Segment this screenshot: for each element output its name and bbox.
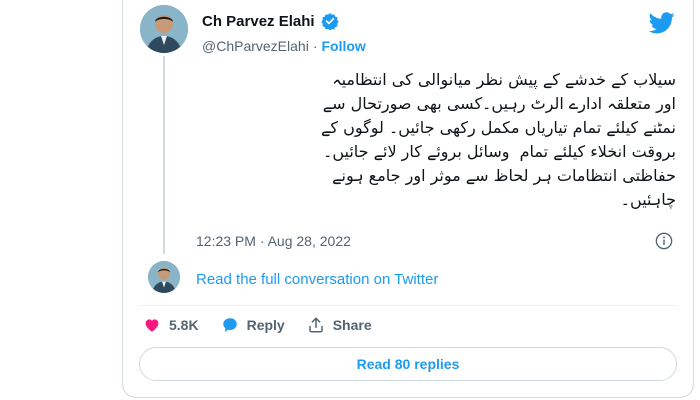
verified-badge-icon bbox=[320, 12, 339, 30]
tweet-timestamp[interactable]: 12:23 PM · Aug 28, 2022 bbox=[196, 233, 351, 249]
info-icon[interactable] bbox=[655, 232, 673, 250]
share-button[interactable]: Share bbox=[307, 316, 372, 334]
tweet-line: نمٹنے کیلئے تمام تیاریاں مکمل رکھی جائیں… bbox=[320, 118, 676, 137]
heart-icon bbox=[145, 319, 159, 332]
divider bbox=[139, 305, 677, 306]
share-label: Share bbox=[332, 317, 372, 333]
handle-separator: · bbox=[312, 38, 318, 54]
read-replies-button[interactable]: Read 80 replies bbox=[139, 347, 677, 381]
author-handle[interactable]: @ChParvezElahi bbox=[202, 38, 309, 54]
tweet-line: بروقت انخلاء کیلئے تمام وسائل بروئے کار … bbox=[322, 142, 676, 161]
reply-bubble-icon bbox=[222, 318, 237, 332]
author-name[interactable]: Ch Parvez Elahi bbox=[202, 13, 315, 30]
tweet-line: حفاظتی انتظامات ہر لحاظ سے موثر اور جامع… bbox=[332, 166, 676, 185]
share-icon bbox=[308, 317, 323, 333]
avatar[interactable] bbox=[140, 5, 188, 53]
follow-button[interactable]: Follow bbox=[321, 38, 365, 54]
conversation-avatar bbox=[148, 261, 180, 293]
read-replies-label: Read 80 replies bbox=[356, 356, 460, 372]
thread-line bbox=[163, 56, 165, 254]
like-count: 5.8K bbox=[169, 317, 199, 333]
like-button[interactable]: 5.8K bbox=[143, 316, 199, 334]
tweet-card: Ch Parvez Elahi @ChParvezElahi · Follow … bbox=[122, 0, 694, 398]
tweet-line: چاہئیں۔ bbox=[620, 190, 676, 209]
tweet-line: سیلاب کے خدشے کے پیش نظر میانوالی کی انت… bbox=[332, 70, 676, 89]
read-full-conversation-link[interactable]: Read the full conversation on Twitter bbox=[196, 271, 438, 288]
tweet-line: اور متعلقہ ادارے الرٹ رہیں۔کسی بھی صورتح… bbox=[322, 94, 676, 113]
tweet-text: سیلاب کے خدشے کے پیش نظر میانوالی کی انت… bbox=[198, 68, 676, 212]
reply-label: Reply bbox=[246, 317, 285, 333]
twitter-bird-icon[interactable] bbox=[649, 12, 675, 34]
reply-button[interactable]: Reply bbox=[221, 316, 285, 334]
